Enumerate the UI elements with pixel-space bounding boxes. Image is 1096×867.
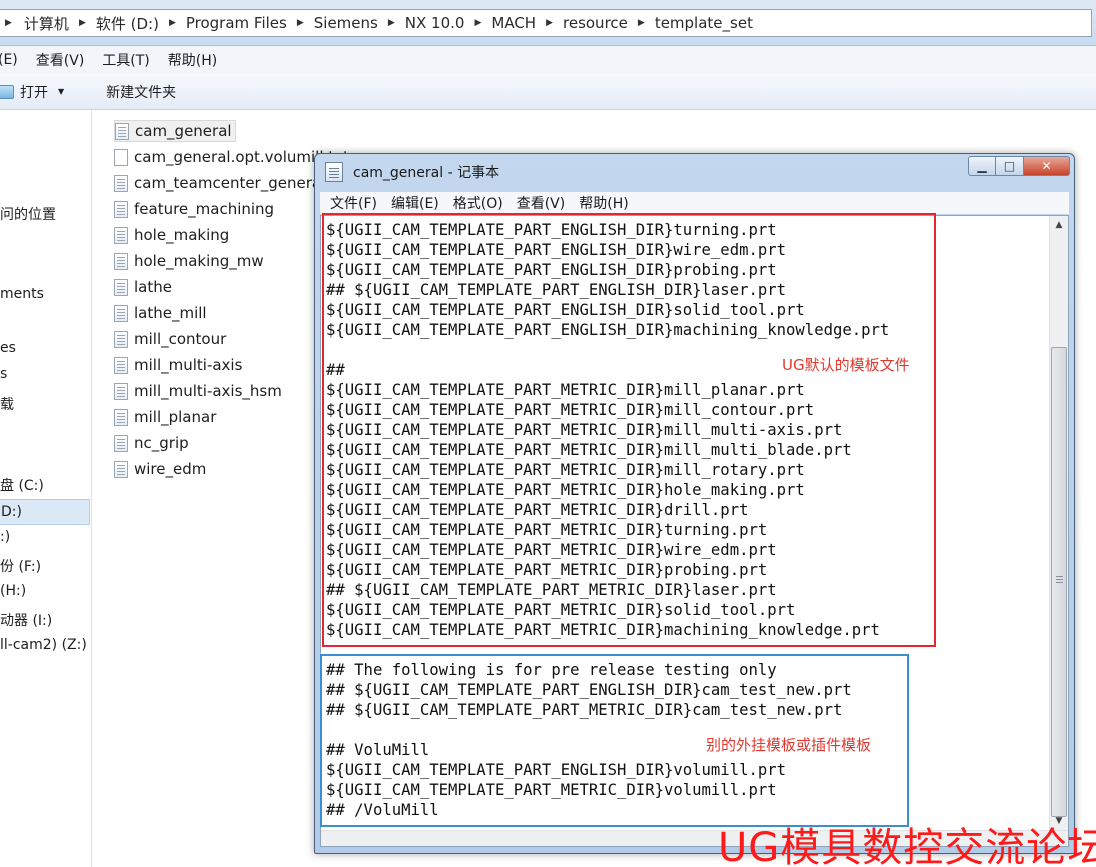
nav-item-drive-e[interactable]: :) bbox=[0, 529, 10, 545]
vertical-scrollbar[interactable]: ▲ ▼ bbox=[1049, 216, 1068, 830]
file-item[interactable]: mill_contour bbox=[114, 328, 226, 350]
annotation-label-default-templates: UG默认的模板文件 bbox=[782, 356, 910, 374]
breadcrumb-arrow-icon[interactable]: ▶ bbox=[474, 18, 481, 28]
window-controls: ▁ □ ✕ bbox=[968, 156, 1070, 176]
file-item[interactable]: hole_making bbox=[114, 224, 229, 246]
close-icon: ✕ bbox=[1041, 159, 1052, 173]
menu-format[interactable]: 格式(O) bbox=[453, 193, 503, 213]
maximize-icon: □ bbox=[1003, 159, 1016, 173]
text-file-icon bbox=[114, 174, 128, 192]
breadcrumb-item-program-files[interactable]: Program Files ▶ bbox=[186, 14, 314, 32]
text-file-icon bbox=[114, 330, 128, 348]
text-file-icon bbox=[114, 252, 128, 270]
breadcrumb[interactable]: ▶ 计算机 ▶ 软件 (D:) ▶ Program Files ▶ Siemens ▶ … bbox=[0, 9, 1092, 37]
breadcrumb-item-mach[interactable]: MACH ▶ bbox=[491, 14, 563, 32]
explorer-menubar: (E) 查看(V) 工具(T) 帮助(H) bbox=[0, 46, 1096, 74]
text-file-icon bbox=[114, 434, 128, 452]
breadcrumb-arrow-icon[interactable]: ▶ bbox=[388, 18, 395, 28]
chevron-down-icon[interactable]: ▼ bbox=[58, 87, 64, 96]
nav-item-downloads[interactable]: 载 bbox=[0, 394, 14, 414]
nav-item-drive-d[interactable]: D:) bbox=[0, 499, 90, 525]
file-item[interactable]: hole_making_mw bbox=[114, 250, 264, 272]
nav-item-drive-c[interactable]: 盘 (C:) bbox=[0, 475, 44, 495]
file-item[interactable]: wire_edm bbox=[114, 458, 206, 480]
nav-item-network-z[interactable]: ll-cam2) (Z:) bbox=[0, 637, 87, 653]
breadcrumb-arrow-icon[interactable]: ▶ bbox=[79, 18, 86, 28]
nav-item-recent-places[interactable]: 问的位置 bbox=[0, 204, 56, 224]
text-file-icon bbox=[114, 408, 128, 426]
nav-item-drive-f[interactable]: 份 (F:) bbox=[0, 556, 41, 576]
breadcrumb-item-drive-d[interactable]: 软件 (D:) ▶ bbox=[96, 13, 186, 34]
breadcrumb-item-siemens[interactable]: Siemens ▶ bbox=[314, 14, 405, 32]
breadcrumb-item-computer[interactable]: 计算机 ▶ bbox=[24, 13, 96, 34]
maximize-button[interactable]: □ bbox=[996, 156, 1024, 176]
breadcrumb-arrow-icon[interactable]: ▶ bbox=[5, 18, 12, 28]
text-file-icon bbox=[114, 304, 128, 322]
file-item[interactable]: nc_grip bbox=[114, 432, 189, 454]
file-item[interactable]: cam_teamcenter_general bbox=[114, 172, 325, 194]
text-file-icon bbox=[114, 278, 128, 296]
text-file-icon bbox=[114, 356, 128, 374]
scrollbar-thumb[interactable] bbox=[1051, 347, 1067, 817]
notepad-title: cam_general - 记事本 bbox=[353, 165, 500, 181]
breadcrumb-item-nx10[interactable]: NX 10.0 ▶ bbox=[405, 14, 492, 32]
address-bar: ▶ 计算机 ▶ 软件 (D:) ▶ Program Files ▶ Siemens ▶ … bbox=[0, 0, 1096, 46]
folder-icon bbox=[0, 84, 14, 99]
menu-help[interactable]: 帮助(H) bbox=[168, 50, 217, 70]
menu-tools[interactable]: 工具(T) bbox=[102, 50, 149, 70]
menu-edit[interactable]: 编辑(E) bbox=[391, 193, 439, 213]
nav-item-drive-h[interactable]: (H:) bbox=[0, 583, 26, 599]
text-file-icon bbox=[114, 460, 128, 478]
scroll-up-icon[interactable]: ▲ bbox=[1050, 216, 1068, 234]
text-file-icon bbox=[114, 200, 128, 218]
breadcrumb-arrow-icon[interactable]: ▶ bbox=[638, 18, 645, 28]
file-item[interactable]: mill_multi-axis_hsm bbox=[114, 380, 282, 402]
file-item[interactable]: mill_multi-axis bbox=[114, 354, 242, 376]
file-item[interactable]: lathe_mill bbox=[114, 302, 207, 324]
nav-item-videos[interactable]: s bbox=[0, 366, 7, 382]
breadcrumb-arrow-icon[interactable]: ▶ bbox=[169, 18, 176, 28]
text-file-icon bbox=[114, 226, 128, 244]
file-item[interactable]: mill_planar bbox=[114, 406, 216, 428]
breadcrumb-item-resource[interactable]: resource ▶ bbox=[563, 14, 655, 32]
file-item[interactable]: feature_machining bbox=[114, 198, 274, 220]
breadcrumb-arrow-icon[interactable]: ▶ bbox=[546, 18, 553, 28]
file-item[interactable]: cam_general bbox=[114, 120, 236, 142]
annotation-box-default-templates bbox=[322, 213, 936, 647]
notepad-icon bbox=[325, 162, 343, 182]
nav-item-drive-i[interactable]: 动器 (I:) bbox=[0, 610, 52, 630]
menu-view[interactable]: 查看(V) bbox=[517, 193, 566, 213]
menu-file[interactable]: 文件(F) bbox=[330, 193, 377, 213]
file-item[interactable]: lathe bbox=[114, 276, 172, 298]
navigation-pane: 问的位置 ments es s 载 盘 (C:) D:) :) 份 (F:) (… bbox=[0, 110, 92, 867]
watermark: UG模具数控交流论坛 bbox=[718, 825, 1096, 867]
grip-icon bbox=[1056, 576, 1063, 583]
minimize-icon: ▁ bbox=[977, 159, 987, 173]
open-button[interactable]: 打开 ▼ bbox=[0, 82, 64, 102]
open-button-label: 打开 bbox=[20, 84, 48, 101]
breadcrumb-arrow-icon[interactable]: ▶ bbox=[297, 18, 304, 28]
minimize-button[interactable]: ▁ bbox=[968, 156, 996, 176]
notepad-menubar: 文件(F) 编辑(E) 格式(O) 查看(V) 帮助(H) bbox=[320, 192, 1069, 214]
explorer-toolbar: 打开 ▼ 新建文件夹 bbox=[0, 74, 1096, 110]
text-file-icon bbox=[115, 122, 129, 140]
file-icon bbox=[114, 148, 128, 166]
menu-edit[interactable]: (E) bbox=[0, 52, 18, 68]
close-button[interactable]: ✕ bbox=[1024, 156, 1070, 176]
menu-view[interactable]: 查看(V) bbox=[36, 50, 85, 70]
text-file-icon bbox=[114, 382, 128, 400]
notepad-titlebar[interactable]: cam_general - 记事本 ▁ □ ✕ bbox=[315, 154, 1074, 190]
annotation-label-plugin-templates: 别的外挂模板或插件模板 bbox=[706, 736, 872, 754]
nav-item-pictures[interactable]: es bbox=[0, 340, 16, 356]
menu-help[interactable]: 帮助(H) bbox=[579, 193, 628, 213]
new-folder-button[interactable]: 新建文件夹 bbox=[106, 82, 176, 102]
breadcrumb-item-template-set[interactable]: template_set bbox=[655, 14, 753, 32]
nav-item-documents[interactable]: ments bbox=[0, 286, 44, 302]
